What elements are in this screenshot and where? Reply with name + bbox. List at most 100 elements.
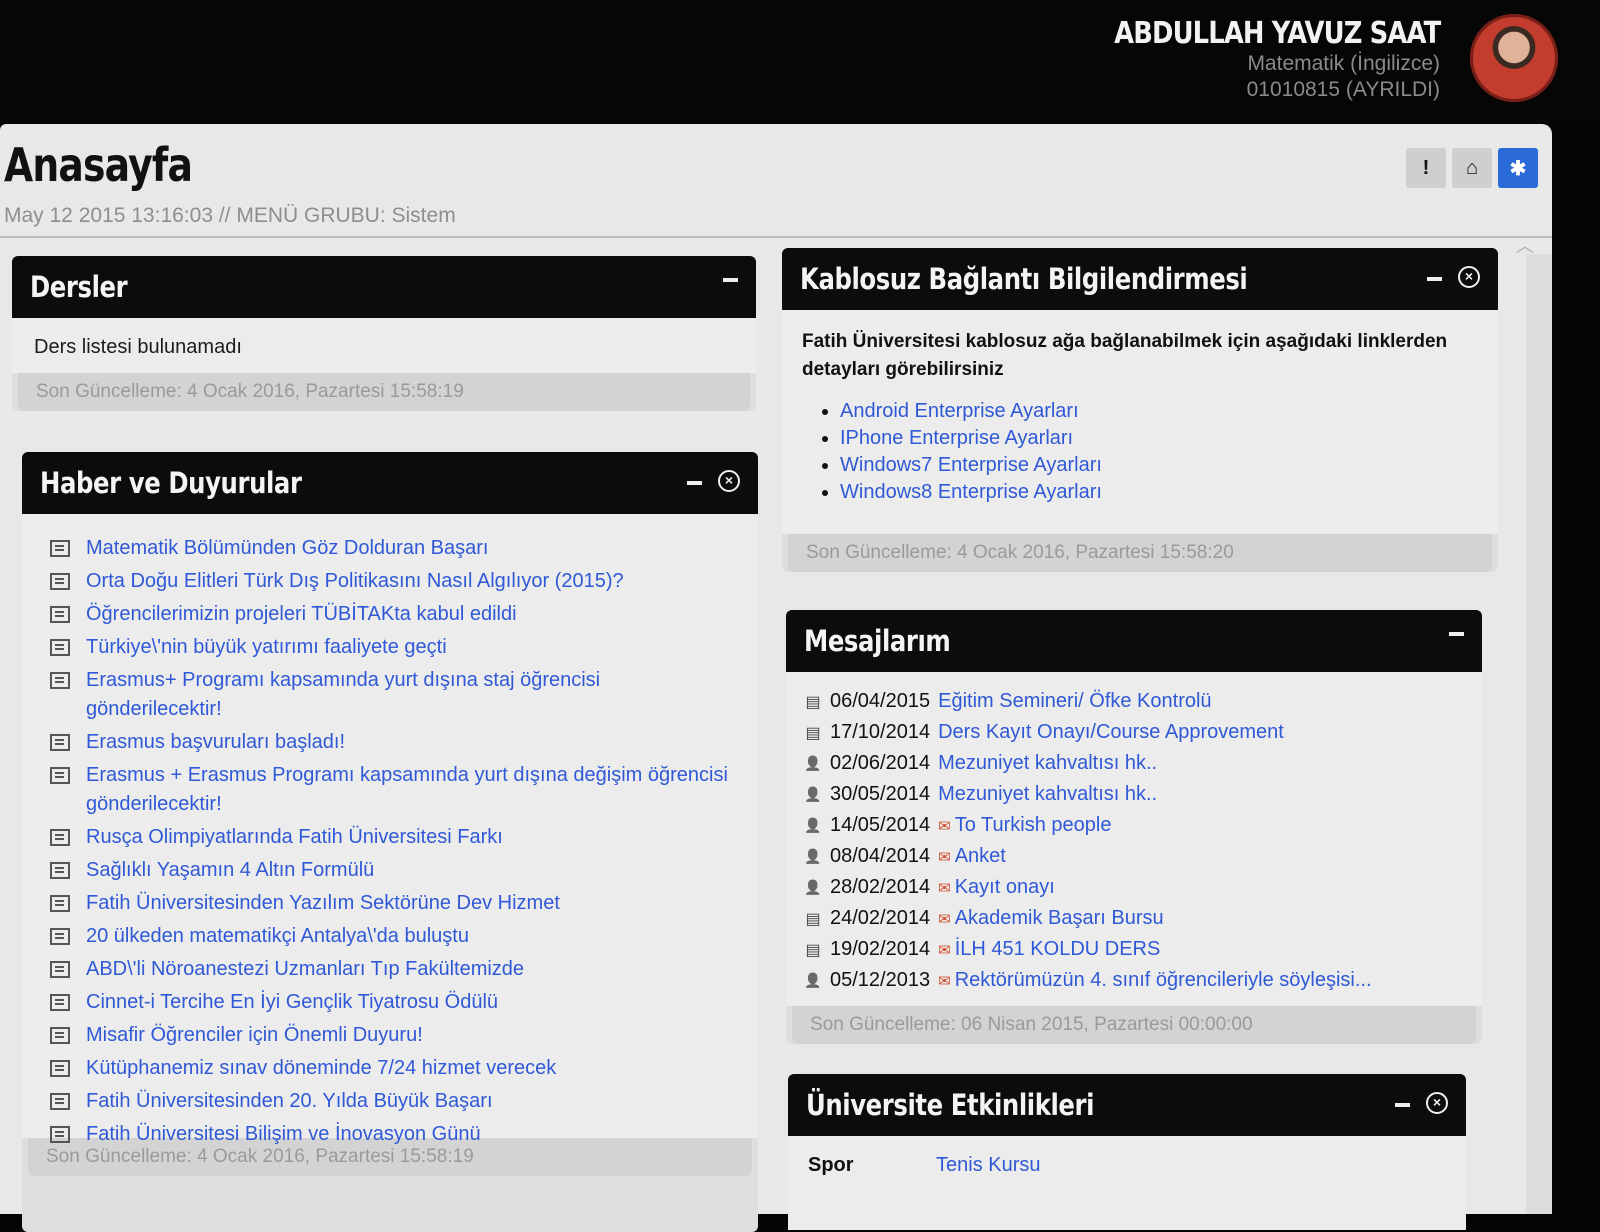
news-link[interactable]: Sağlıklı Yaşamın 4 Altın Formülü [86, 856, 374, 885]
news-icon [50, 1126, 70, 1143]
scrollbar[interactable] [1526, 254, 1552, 1214]
news-icon [50, 862, 70, 879]
widget-footer: Son Güncelleme: 4 Ocak 2016, Pazartesi 1… [788, 534, 1492, 572]
news-link[interactable]: Kütüphanemiz sınav döneminde 7/24 hizmet… [86, 1054, 556, 1083]
news-icon [50, 639, 70, 656]
news-link[interactable]: Erasmus+ Programı kapsamında yurt dışına… [86, 666, 738, 724]
exclamation-icon: ! [1422, 156, 1430, 179]
message-row: 👤 02/06/2014 Mezuniyet kahvaltısı hk.. [804, 748, 1462, 779]
message-subject-link[interactable]: To Turkish people [955, 814, 1112, 837]
news-link[interactable]: Matematik Bölümünden Göz Dolduran Başarı [86, 534, 488, 563]
news-link[interactable]: Orta Doğu Elitleri Türk Dış Politikasını… [86, 567, 624, 596]
message-row: 👤 05/12/2013 ✉ Rektörümüzün 4. sınıf öğrenc… [804, 965, 1462, 996]
message-subject-link[interactable]: Mezuniyet kahvaltısı hk.. [938, 783, 1157, 806]
main-page: Anasayfa May 12 2015 13:16:03 // MENÜ GR… [0, 124, 1552, 1232]
news-link[interactable]: Erasmus başvuruları başladı! [86, 728, 345, 757]
top-bar: ABDULLAH YAVUZ SAAT Matematik (İngilizce… [0, 0, 1600, 125]
minimize-icon[interactable] [687, 481, 702, 485]
home-button[interactable]: ⌂ [1452, 148, 1492, 188]
close-icon[interactable]: × [718, 470, 740, 492]
message-icon: ▤ [805, 693, 821, 711]
event-link[interactable]: Tenis Kursu [936, 1150, 1041, 1180]
message-subject-link[interactable]: Rektörümüzün 4. sınıf öğrencileriyle söy… [955, 969, 1372, 992]
message-date: 17/10/2014 [830, 721, 931, 743]
message-date: 02/06/2014 [830, 752, 931, 774]
message-icon: ▤ [805, 724, 821, 742]
news-link[interactable]: Misafir Öğrenciler için Önemli Duyuru! [86, 1021, 423, 1050]
user-icon: 👤 [804, 972, 822, 988]
message-subject-link[interactable]: İLH 451 KOLDU DERS [955, 938, 1161, 961]
news-link[interactable]: 20 ülkeden matematikçi Antalya\'da buluş… [86, 922, 469, 951]
widget-footer: Son Güncelleme: 4 Ocak 2016, Pazartesi 1… [18, 373, 750, 411]
message-date: 28/02/2014 [830, 876, 931, 898]
news-link[interactable]: Türkiye\'nin büyük yatırımı faaliyete ge… [86, 633, 447, 662]
widget-body: Fatih Üniversitesi kablosuz ağa bağlanab… [782, 310, 1498, 534]
user-name: ABDULLAH YAVUZ SAAT [1113, 16, 1441, 51]
widget-body: Matematik Bölümünden Göz Dolduran Başarı… [22, 514, 758, 1145]
message-subject-link[interactable]: Ders Kayıt Onayı/Course Approvement [938, 721, 1284, 744]
info-button[interactable]: ! [1406, 148, 1446, 188]
wifi-link-android[interactable]: Android Enterprise Ayarları [840, 400, 1079, 422]
message-date: 06/04/2015 [830, 690, 931, 712]
news-link[interactable]: Erasmus + Erasmus Programı kapsamında yu… [86, 761, 738, 819]
event-row: Spor Tenis Kursu [808, 1150, 1446, 1180]
unread-mail-icon: ✉ [938, 879, 951, 897]
list-item: Sağlıklı Yaşamın 4 Altın Formülü [48, 856, 738, 885]
wifi-link-windows8[interactable]: Windows8 Enterprise Ayarları [840, 481, 1102, 503]
wifi-link-iphone[interactable]: IPhone Enterprise Ayarları [840, 427, 1073, 449]
page-title: Anasayfa [4, 138, 193, 192]
wifi-link-windows7[interactable]: Windows7 Enterprise Ayarları [840, 454, 1102, 476]
minimize-icon[interactable] [1449, 632, 1464, 636]
message-subject-link[interactable]: Anket [955, 845, 1006, 868]
widget-dersler: Dersler Ders listesi bulunamadı Son Günc… [12, 256, 756, 411]
news-icon [50, 734, 70, 751]
widget-kablosuz: Kablosuz Bağlantı Bilgilendirmesi × Fati… [782, 248, 1498, 572]
bug-report-button[interactable]: ✱ [1498, 148, 1538, 188]
message-icon: ▤ [805, 941, 821, 959]
news-link[interactable]: Fatih Üniversitesinden 20. Yılda Büyük B… [86, 1087, 493, 1116]
list-item: Windows8 Enterprise Ayarları [840, 479, 1478, 506]
news-link[interactable]: ABD\'li Nöroanestezi Uzmanları Tıp Fakül… [86, 955, 524, 984]
news-link[interactable]: Öğrencilerimizin projeleri TÜBİTAKta kab… [86, 600, 517, 629]
news-icon [50, 672, 70, 689]
message-subject-link[interactable]: Akademik Başarı Bursu [955, 907, 1164, 930]
message-subject-link[interactable]: Kayıt onayı [955, 876, 1055, 899]
minimize-icon[interactable] [1427, 277, 1442, 281]
message-row: ▤ 17/10/2014 Ders Kayıt Onayı/Course Appro… [805, 717, 1462, 748]
message-subject-link[interactable]: Mezuniyet kahvaltısı hk.. [938, 752, 1157, 775]
news-icon [50, 1093, 70, 1110]
news-link[interactable]: Fatih Üniversitesinden Yazılım Sektörüne… [86, 889, 560, 918]
minimize-icon[interactable] [1395, 1103, 1410, 1107]
message-date: 24/02/2014 [830, 907, 931, 929]
wifi-link-list: Android Enterprise Ayarları IPhone Enter… [826, 398, 1478, 506]
minimize-icon[interactable] [723, 278, 738, 282]
list-item: 20 ülkeden matematikçi Antalya\'da buluş… [48, 922, 738, 951]
news-icon [50, 829, 70, 846]
message-row: 👤 30/05/2014 Mezuniyet kahvaltısı hk.. [804, 779, 1462, 810]
message-date: 05/12/2013 [830, 969, 931, 991]
message-date: 19/02/2014 [830, 938, 931, 960]
news-link[interactable]: Cinnet-i Tercihe En İyi Gençlik Tiyatros… [86, 988, 498, 1017]
close-icon[interactable]: × [1458, 266, 1480, 288]
widget-tools: × [1427, 266, 1480, 288]
widget-footer: Son Güncelleme: 4 Ocak 2016, Pazartesi 1… [28, 1138, 752, 1176]
news-icon [50, 767, 70, 784]
user-icon: 👤 [804, 817, 822, 833]
news-icon [50, 1027, 70, 1044]
message-icon: ▤ [805, 910, 821, 928]
close-icon[interactable]: × [1426, 1092, 1448, 1114]
message-subject-link[interactable]: Eğitim Semineri/ Öfke Kontrolü [938, 690, 1211, 713]
empty-course-message: Ders listesi bulunamadı [34, 336, 242, 358]
widget-tools: × [1395, 1092, 1448, 1114]
list-item: Erasmus başvuruları başladı! [48, 728, 738, 757]
list-item: ABD\'li Nöroanestezi Uzmanları Tıp Fakül… [48, 955, 738, 984]
news-link[interactable]: Rusça Olimpiyatlarında Fatih Üniversites… [86, 823, 503, 852]
avatar[interactable] [1470, 14, 1558, 102]
list-item: Misafir Öğrenciler için Önemli Duyuru! [48, 1021, 738, 1050]
widget-body: ▤ 06/04/2015 Eğitim Semineri/ Öfke Kontrol… [786, 672, 1482, 1006]
news-icon [50, 895, 70, 912]
unread-mail-icon: ✉ [938, 848, 951, 866]
header-buttons: ! ⌂ ✱ [1406, 148, 1538, 188]
message-date: 30/05/2014 [830, 783, 931, 805]
widget-title: Mesajlarım [804, 624, 951, 658]
